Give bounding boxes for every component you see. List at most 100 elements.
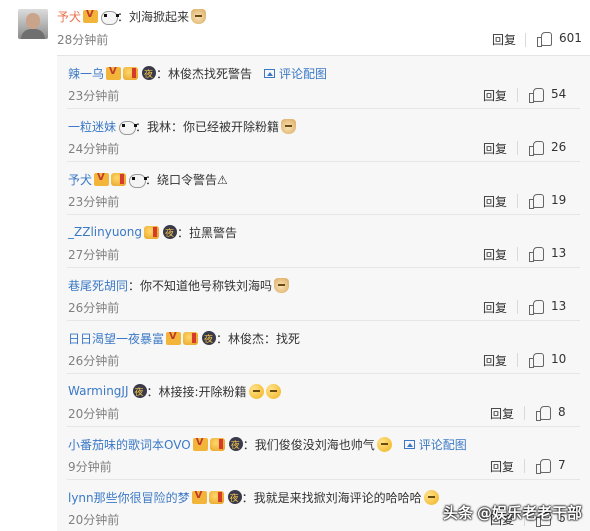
thumbs-up-icon: [536, 405, 551, 421]
vip-badge-icon: [106, 66, 122, 80]
username[interactable]: 辣一乌: [68, 65, 104, 82]
divider: [517, 300, 518, 314]
reply-item: 巷尾死胡同 ： 你不知道他号称铁刘海吗 26分钟前 回复 13: [57, 268, 590, 321]
timestamp: 26分钟前: [68, 301, 120, 315]
divider: [517, 194, 518, 208]
timestamp: 23分钟前: [68, 89, 120, 103]
laugh-emoji-icon: [423, 489, 439, 505]
reply-button[interactable]: 回复: [483, 140, 507, 157]
like-button[interactable]: 13: [529, 299, 567, 315]
reply-line: _ZZlinyuong ： 拉黑警告: [68, 224, 237, 240]
divider: [517, 88, 518, 102]
reply-button[interactable]: 回复: [483, 352, 507, 369]
colon: ：: [177, 225, 190, 240]
night-badge-icon: [227, 490, 242, 504]
like-button[interactable]: 8: [536, 405, 566, 421]
like-count: 10: [551, 352, 567, 366]
like-button[interactable]: 26: [529, 140, 567, 156]
reply-line: 辣一乌 ： 林俊杰找死警告 评论配图: [68, 65, 327, 81]
reply-line: 巷尾死胡同 ： 你不知道他号称铁刘海吗: [68, 277, 290, 294]
divider: [517, 141, 518, 155]
doge-emoji-icon: [191, 8, 207, 24]
comment-text: 你不知道他号称铁刘海吗: [140, 278, 273, 293]
blush-emoji-icon: [265, 383, 281, 399]
like-count: 8: [558, 405, 566, 419]
thumbs-up-icon: [537, 31, 552, 47]
reply-button[interactable]: 回复: [492, 31, 516, 48]
panda-badge-icon: [118, 120, 138, 135]
night-badge-icon: [228, 437, 243, 451]
timestamp: 20分钟前: [68, 407, 120, 421]
reply-button[interactable]: 回复: [483, 299, 507, 316]
comment-image-label: 评论配图: [418, 437, 467, 452]
colon: ：: [242, 437, 255, 452]
comment-text: 我林：你已经被开除粉籍: [147, 119, 280, 134]
colon: ：: [146, 384, 159, 399]
like-count: 13: [551, 246, 567, 260]
comment-text: 林俊杰：找死: [228, 331, 301, 346]
like-count: 19: [551, 193, 567, 207]
username[interactable]: 日日渴望一夜暴富: [68, 330, 164, 347]
reply-line: 日日渴望一夜暴富 ： 林俊杰：找死: [68, 330, 300, 346]
panda-badge-icon: [100, 10, 120, 25]
like-button[interactable]: 13: [529, 246, 567, 262]
avatar[interactable]: [18, 9, 48, 39]
like-count: 7: [558, 458, 566, 472]
main-comment: 予犬 ： 刘海掀起来 28分钟前 回复 601: [0, 0, 590, 58]
image-icon: [264, 68, 276, 78]
like-count: 13: [551, 299, 567, 313]
night-badge-icon: [132, 384, 147, 398]
reply-item: _ZZlinyuong ： 拉黑警告 27分钟前 回复 13: [57, 215, 590, 268]
timestamp: 24分钟前: [68, 142, 120, 156]
vip-badge-icon: [94, 172, 110, 186]
thumbs-up-icon: [529, 140, 544, 156]
thumbs-up-icon: [529, 246, 544, 262]
comment-text: 绕口令警告⚠: [157, 172, 228, 187]
username[interactable]: 巷尾死胡同: [68, 277, 128, 294]
watermark: 头条 @娱乐老老干部: [443, 502, 582, 523]
thumbs-up-icon: [529, 87, 544, 103]
comment-text: 拉黑警告: [189, 225, 238, 240]
timestamp: 26分钟前: [68, 354, 120, 368]
blush-emoji-icon: [248, 383, 264, 399]
reply-button[interactable]: 回复: [483, 246, 507, 263]
reply-list: 辣一乌 ： 林俊杰找死警告 评论配图 23分钟前 回复 54 一粒迷妹 ： 我林…: [57, 55, 590, 531]
like-button[interactable]: 601: [537, 31, 582, 47]
like-count: 601: [559, 31, 582, 45]
username[interactable]: 予犬: [57, 8, 81, 25]
like-button[interactable]: 10: [529, 352, 567, 368]
comment-text: 刘海掀起来: [129, 9, 190, 24]
like-button[interactable]: 19: [529, 193, 567, 209]
reply-item: 日日渴望一夜暴富 ： 林俊杰：找死 26分钟前 回复 10: [57, 321, 590, 374]
timestamp: 9分钟前: [68, 460, 112, 474]
watermark-text: @娱乐老老干部: [476, 504, 582, 522]
divider: [524, 459, 525, 473]
doge-emoji-icon: [281, 118, 297, 134]
thumbs-up-icon: [529, 352, 544, 368]
gold-badge-icon: [209, 437, 225, 451]
divider: [517, 353, 518, 367]
username[interactable]: WarmingJJ: [68, 384, 129, 398]
username[interactable]: 予犬: [68, 171, 92, 188]
username[interactable]: 一粒迷妹: [68, 118, 116, 135]
comment-image-link[interactable]: 评论配图: [264, 65, 327, 82]
vip-badge-icon: [166, 331, 182, 345]
night-badge-icon: [202, 331, 217, 345]
reply-line: lynn那些你很冒险的梦 ： 我就是来找掀刘海评论的哈哈哈: [68, 489, 439, 505]
comment-text: 我就是来找掀刘海评论的哈哈哈: [253, 490, 422, 505]
reply-button[interactable]: 回复: [490, 405, 514, 422]
username[interactable]: lynn那些你很冒险的梦: [68, 489, 190, 506]
night-badge-icon: [163, 225, 177, 239]
reply-button[interactable]: 回复: [483, 193, 507, 210]
like-count: 54: [551, 87, 567, 101]
username[interactable]: _ZZlinyuong: [68, 225, 142, 239]
like-button[interactable]: 7: [536, 458, 566, 474]
like-button[interactable]: 54: [529, 87, 567, 103]
comment-image-label: 评论配图: [279, 66, 328, 81]
reply-button[interactable]: 回复: [483, 87, 507, 104]
username[interactable]: 小番茄味的歌词本OVO: [68, 436, 191, 453]
gold-badge-icon: [123, 66, 139, 80]
reply-button[interactable]: 回复: [490, 458, 514, 475]
comment-image-link[interactable]: 评论配图: [403, 436, 467, 453]
like-count: 26: [551, 140, 567, 154]
